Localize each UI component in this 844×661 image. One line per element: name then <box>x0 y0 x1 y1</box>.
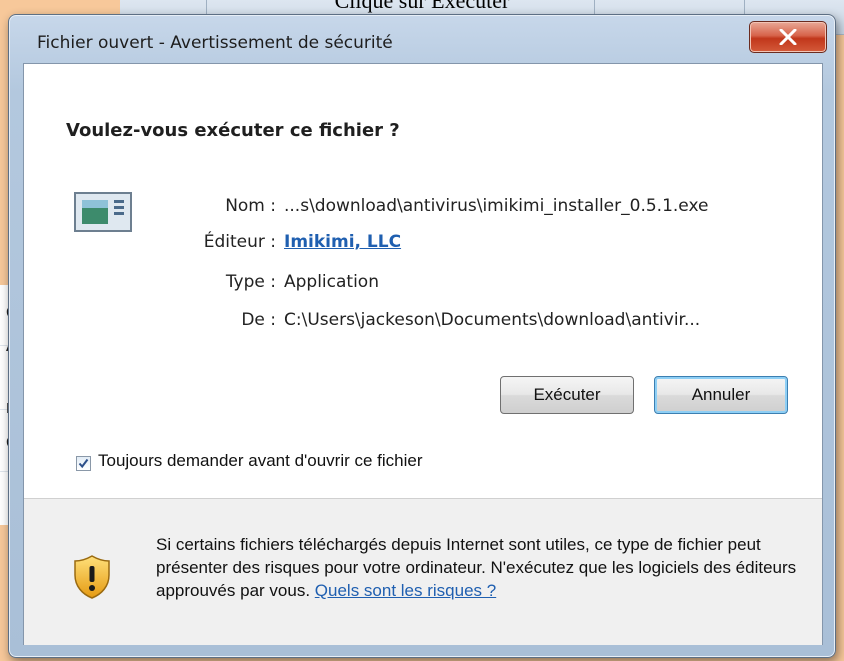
security-warning-dialog: Fichier ouvert - Avertissement de sécuri… <box>8 14 836 658</box>
close-icon <box>779 29 797 45</box>
warning-text-block: Si certains fichiers téléchargés depuis … <box>156 533 806 602</box>
name-value: ...s\download\antivirus\imikimi_installe… <box>284 196 709 216</box>
dialog-title: Fichier ouvert - Avertissement de sécuri… <box>37 33 393 53</box>
caption-text: Clique sur Exécuter <box>334 0 510 13</box>
dialog-content: Voulez-vous exécuter ce fichier ? Nom : … <box>23 63 823 645</box>
name-label: Nom : <box>225 196 276 216</box>
from-label: De : <box>241 310 276 330</box>
warning-shield-icon <box>74 555 110 599</box>
close-button[interactable] <box>749 21 827 53</box>
risks-link[interactable]: Quels sont les risques ? <box>315 581 496 600</box>
publisher-link[interactable]: Imikimi, LLC <box>284 232 401 252</box>
cancel-button[interactable]: Annuler <box>654 376 788 414</box>
publisher-label: Éditeur : <box>203 232 276 252</box>
checkmark-icon <box>78 458 89 469</box>
always-ask-label[interactable]: Toujours demander avant d'ouvrir ce fich… <box>98 451 423 471</box>
always-ask-checkbox[interactable] <box>76 456 91 471</box>
warning-section: Si certains fichiers téléchargés depuis … <box>24 498 822 645</box>
run-button[interactable]: Exécuter <box>500 376 634 414</box>
dialog-heading: Voulez-vous exécuter ce fichier ? <box>66 120 400 141</box>
type-label: Type : <box>225 272 276 292</box>
type-value: Application <box>284 272 379 292</box>
from-value: C:\Users\jackeson\Documents\download\ant… <box>284 310 701 330</box>
dialog-titlebar[interactable]: Fichier ouvert - Avertissement de sécuri… <box>9 15 835 67</box>
